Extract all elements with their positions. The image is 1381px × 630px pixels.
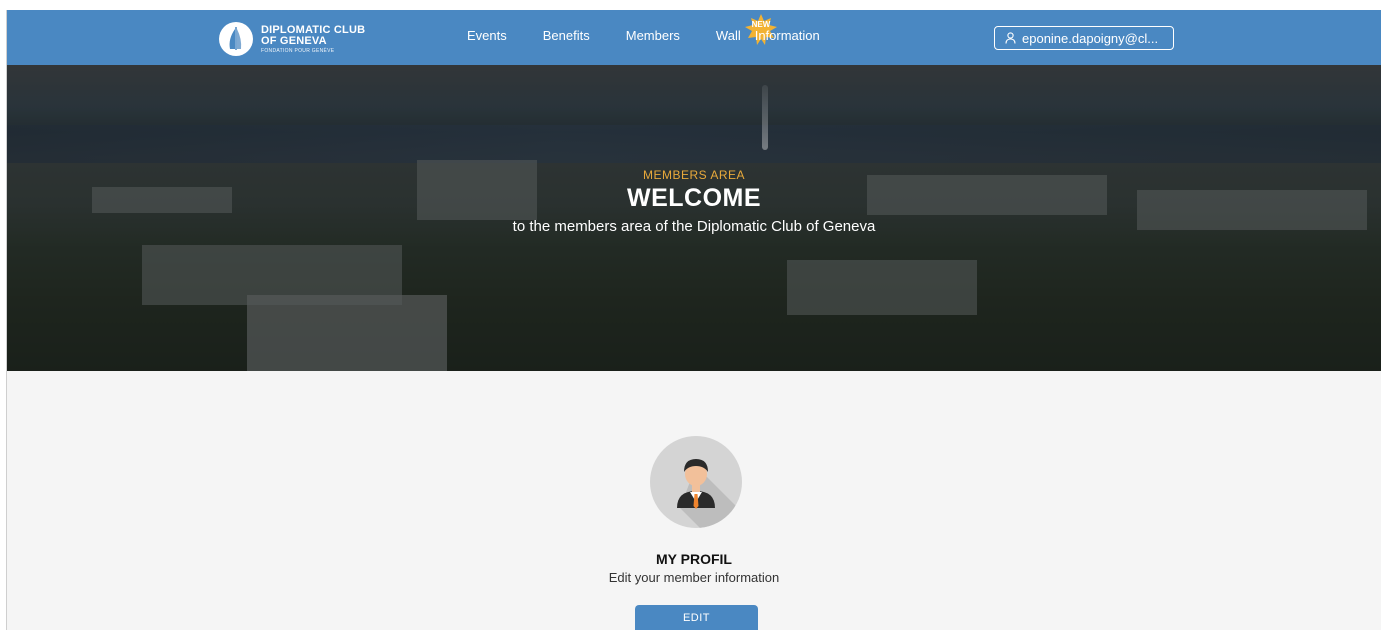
profile-title: MY PROFIL <box>656 551 732 567</box>
hero-text: MEMBERS AREA WELCOME to the members area… <box>7 168 1381 235</box>
avatar <box>650 436 742 528</box>
page-frame: DIPLOMATIC CLUB OF GENEVA FONDATION POUR… <box>6 10 1381 630</box>
user-icon <box>1005 32 1016 44</box>
hero-description: to the members area of the Diplomatic Cl… <box>512 218 876 235</box>
hero-subtitle: MEMBERS AREA <box>642 168 746 182</box>
nav-events[interactable]: Events <box>467 28 507 43</box>
hero-banner: MEMBERS AREA WELCOME to the members area… <box>7 65 1381 371</box>
logo[interactable]: DIPLOMATIC CLUB OF GENEVA FONDATION POUR… <box>219 22 365 56</box>
profile-section: MY PROFIL Edit your member information E… <box>7 371 1381 630</box>
brand-line-2: OF GENEVA <box>261 34 327 47</box>
main-menu: Events Benefits Members Wall NEW Informa… <box>467 14 856 45</box>
sail-logo-icon <box>219 22 253 56</box>
nav-information[interactable]: Information <box>755 28 820 43</box>
user-email: eponine.dapoigny@cl... <box>1022 30 1159 46</box>
user-account-button[interactable]: eponine.dapoigny@cl... <box>994 26 1174 50</box>
hero-title: WELCOME <box>626 184 762 212</box>
nav-wall[interactable]: Wall NEW <box>715 14 777 45</box>
nav-benefits[interactable]: Benefits <box>543 28 590 43</box>
businessman-avatar-icon <box>677 459 742 528</box>
profile-description: Edit your member information <box>608 570 780 585</box>
brand-line-1: DIPLOMATIC CLUB <box>261 23 366 36</box>
top-navbar: DIPLOMATIC CLUB OF GENEVA FONDATION POUR… <box>7 10 1381 65</box>
nav-wall-label: Wall <box>715 28 741 43</box>
nav-members[interactable]: Members <box>626 28 680 43</box>
edit-profile-button[interactable]: EDIT <box>635 605 758 630</box>
brand-tagline: FONDATION POUR GENÈVE <box>261 47 335 54</box>
